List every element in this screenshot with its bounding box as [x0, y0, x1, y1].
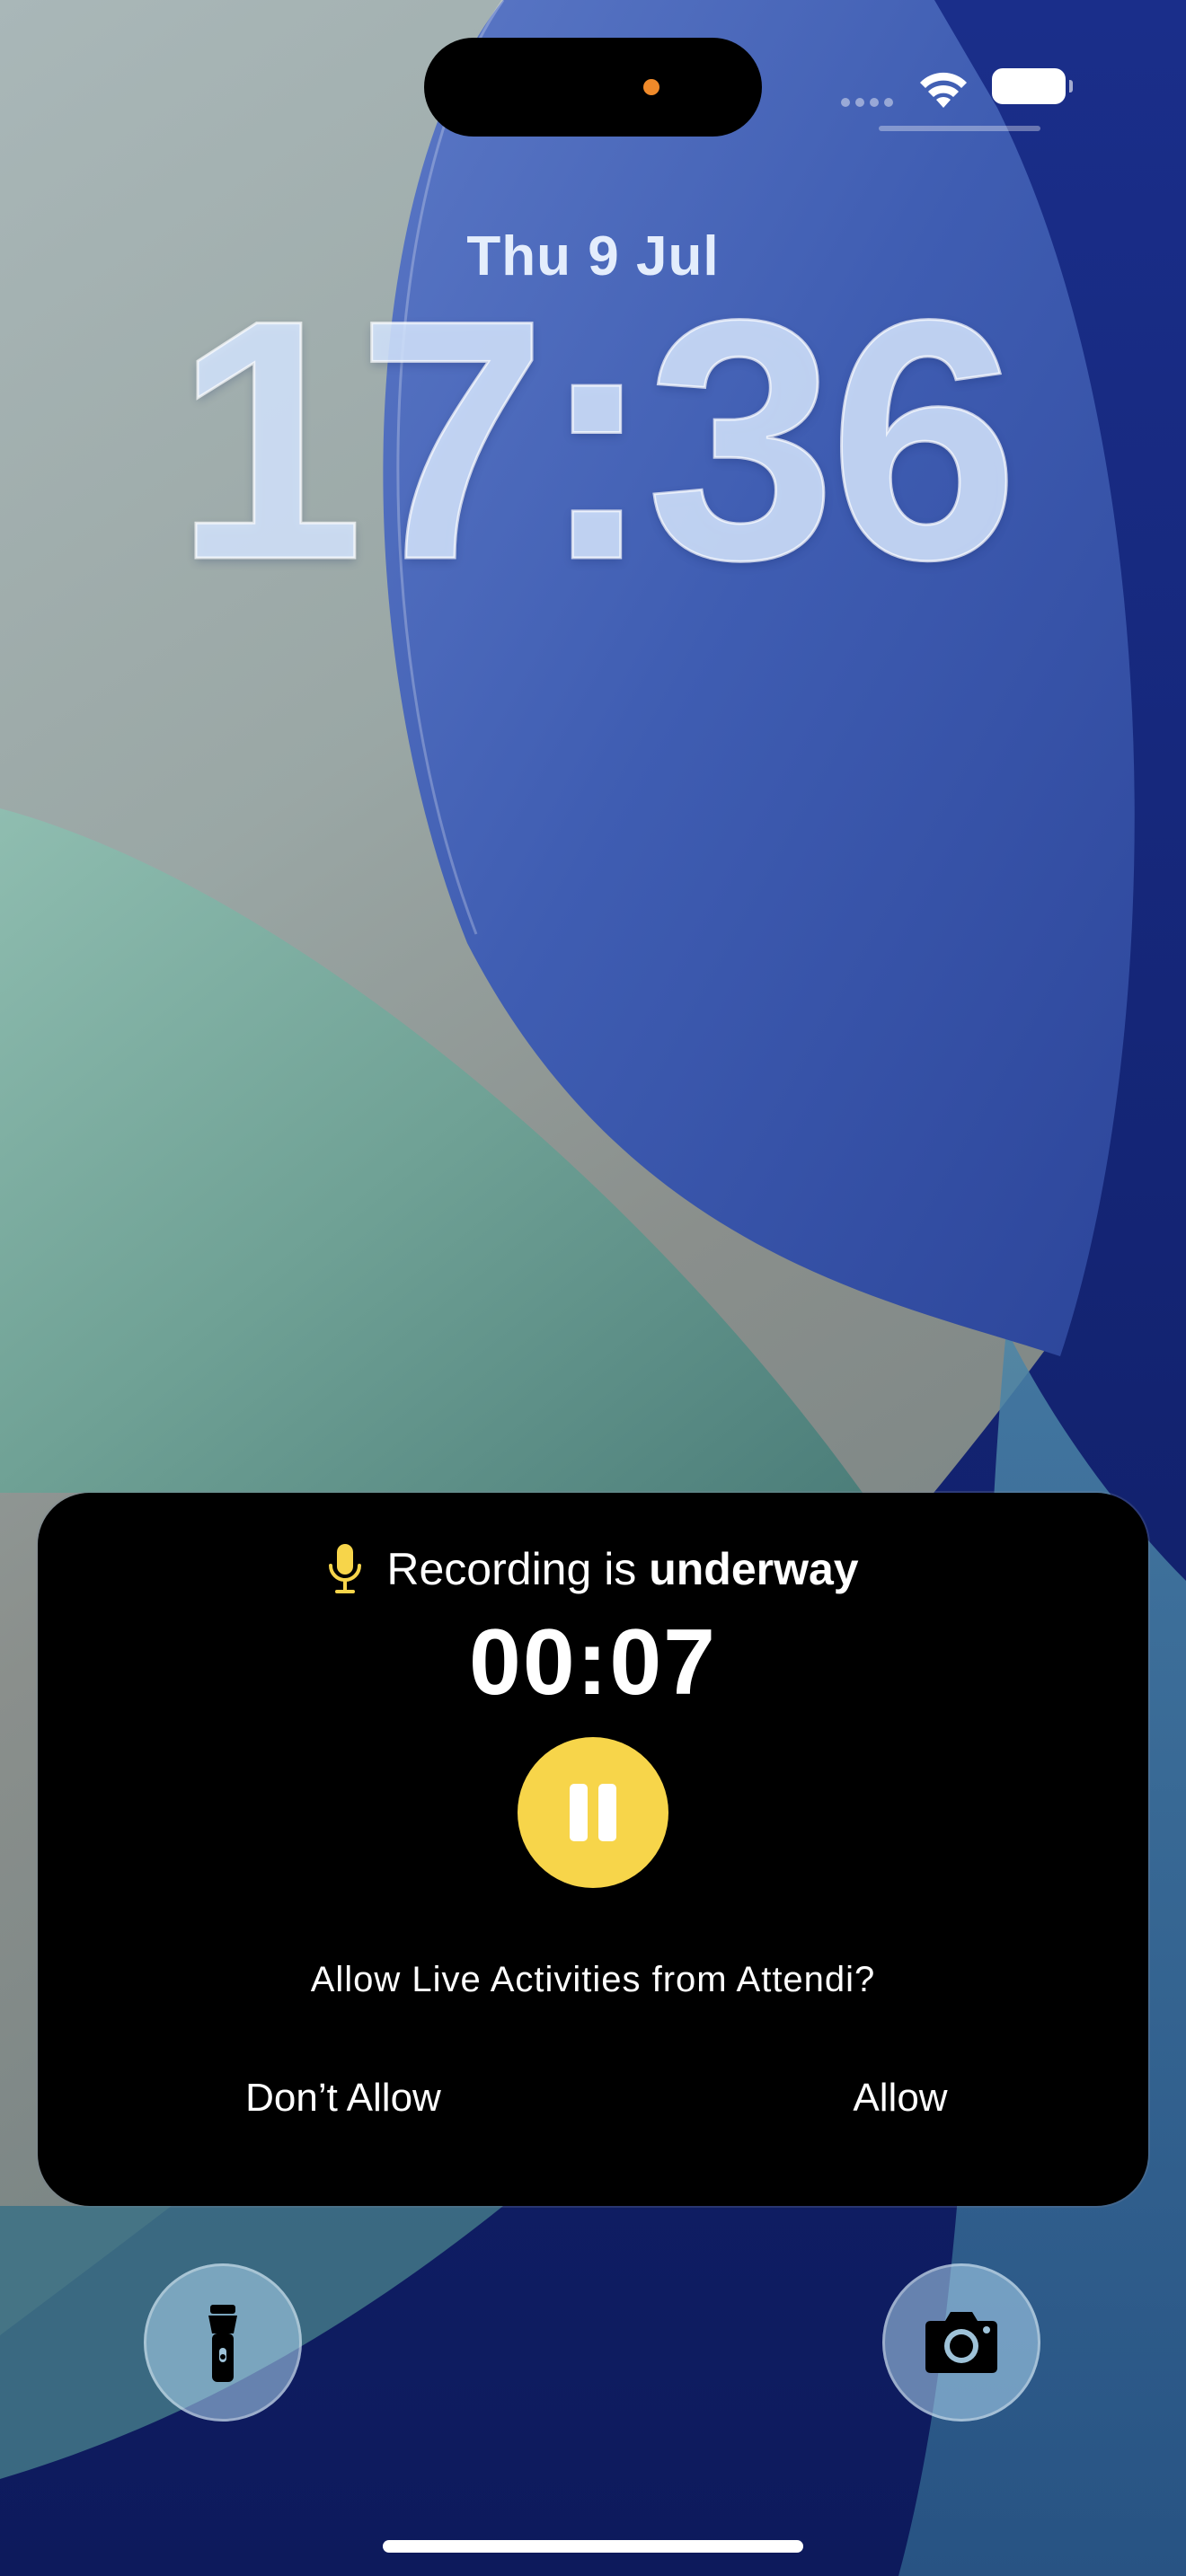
status-bar — [836, 65, 1078, 119]
camera-button[interactable] — [882, 2263, 1040, 2422]
privacy-indicator-dot — [643, 79, 659, 95]
microphone-icon — [329, 1544, 362, 1593]
recording-timer: 00:07 — [469, 1610, 717, 1715]
live-activity-card: Recording is underway 00:07 Allow Live A… — [38, 1493, 1148, 2206]
recording-status-emphasis: underway — [649, 1544, 859, 1594]
lock-screen-time: 17:36 — [173, 249, 1021, 631]
home-indicator[interactable] — [383, 2540, 803, 2553]
recording-status-text: Recording is underway — [386, 1543, 858, 1595]
status-underline — [879, 126, 1040, 131]
allow-button[interactable]: Allow — [774, 2062, 1026, 2134]
battery-icon — [992, 68, 1073, 104]
dynamic-island — [424, 38, 762, 137]
pause-button[interactable] — [518, 1737, 668, 1888]
camera-icon — [925, 2312, 997, 2373]
wifi-icon — [920, 72, 967, 108]
recording-status-prefix: Recording is — [386, 1544, 650, 1594]
flashlight-button[interactable] — [144, 2263, 302, 2422]
dont-allow-button[interactable]: Don’t Allow — [181, 2062, 505, 2134]
cellular-dots-icon — [841, 95, 904, 107]
flashlight-icon — [208, 2305, 237, 2382]
live-activities-prompt: Allow Live Activities from Attendi? — [310, 1960, 876, 1999]
recording-status-row: Recording is underway — [38, 1529, 1148, 1610]
